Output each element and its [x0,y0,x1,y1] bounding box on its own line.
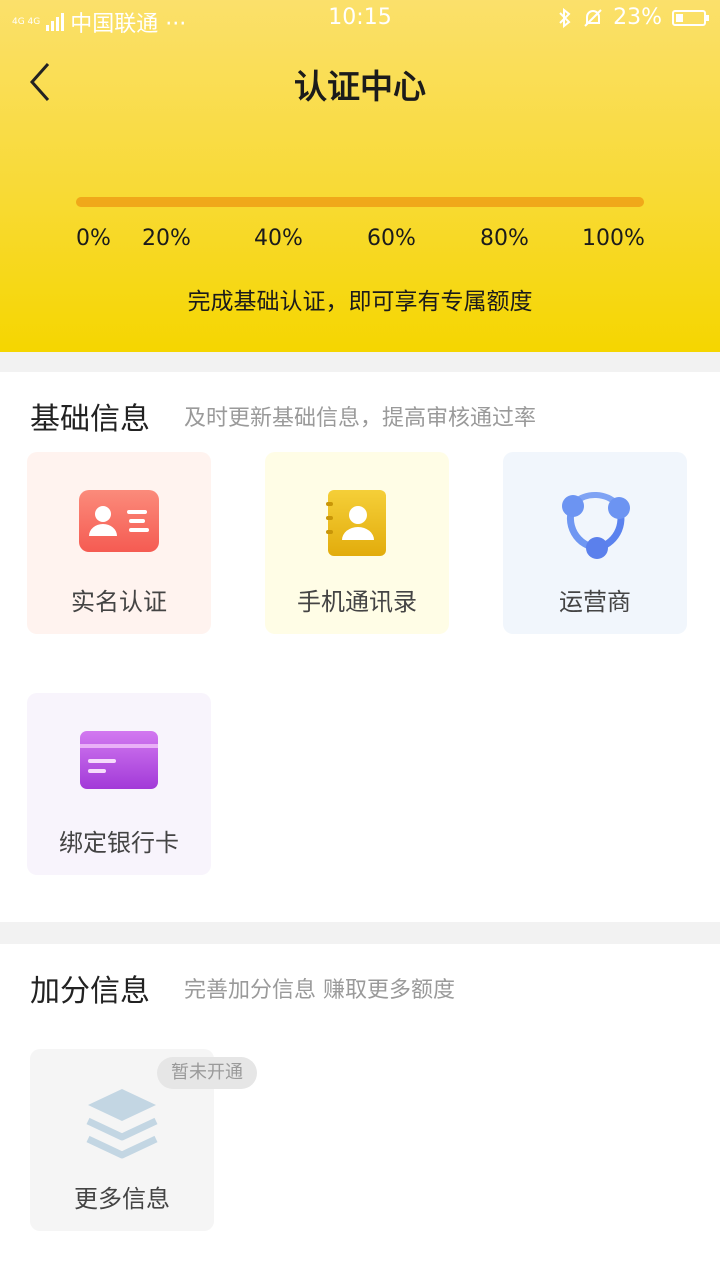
status-bar: 4G 4G 中国联通 ··· 10:15 23% [0,0,720,38]
bonus-info-title: 加分信息 [30,974,150,1009]
contacts-auth-card[interactable]: 手机通讯录 [265,452,449,634]
bonus-info-subtitle: 完善加分信息 赚取更多额度 [184,978,455,1003]
bank-card-icon [80,731,158,789]
card-label: 手机通讯录 [297,588,417,616]
bluetooth-icon [559,7,571,28]
page-title: 认证中心 [294,67,426,106]
basic-info-subtitle: 及时更新基础信息，提高审核通过率 [184,406,537,431]
basic-info-title: 基础信息 [30,402,150,437]
card-label: 运营商 [559,588,631,616]
card-label: 更多信息 [74,1185,170,1213]
progress-tick-80: 80% [480,226,529,251]
contacts-book-icon [326,490,386,556]
header-note: 完成基础认证，即可享有专属额度 [187,289,533,315]
bell-muted-icon [584,8,602,27]
progress-tick-40: 40% [254,226,303,251]
header: 4G 4G 中国联通 ··· 10:15 23% 认证中心 0% 20% 40%… [0,0,720,352]
carrier-auth-card[interactable]: 运营商 [503,452,687,634]
carrier-network-icon [562,491,630,559]
card-label: 绑定银行卡 [59,829,179,857]
bind-bank-card-card[interactable]: 绑定银行卡 [27,693,211,875]
layers-icon [86,1089,158,1159]
basic-info-section: 基础信息 及时更新基础信息，提高审核通过率 实名认证 手机通讯录 运营商 绑定银… [0,372,720,922]
progress-bar [76,197,644,207]
card-label: 实名认证 [71,588,167,616]
not-open-badge: 暂未开通 [157,1057,257,1089]
progress-tick-20: 20% [142,226,191,251]
progress-fill [76,197,644,207]
real-name-auth-card[interactable]: 实名认证 [27,452,211,634]
battery-percent: 23% [613,5,662,30]
battery-icon [672,9,709,26]
progress-tick-100: 100% [582,226,645,251]
bonus-info-section: 加分信息 完善加分信息 赚取更多额度 更多信息 暂未开通 [0,944,720,1280]
progress-tick-60: 60% [367,226,416,251]
progress-tick-0: 0% [76,226,111,251]
id-card-icon [79,490,159,552]
